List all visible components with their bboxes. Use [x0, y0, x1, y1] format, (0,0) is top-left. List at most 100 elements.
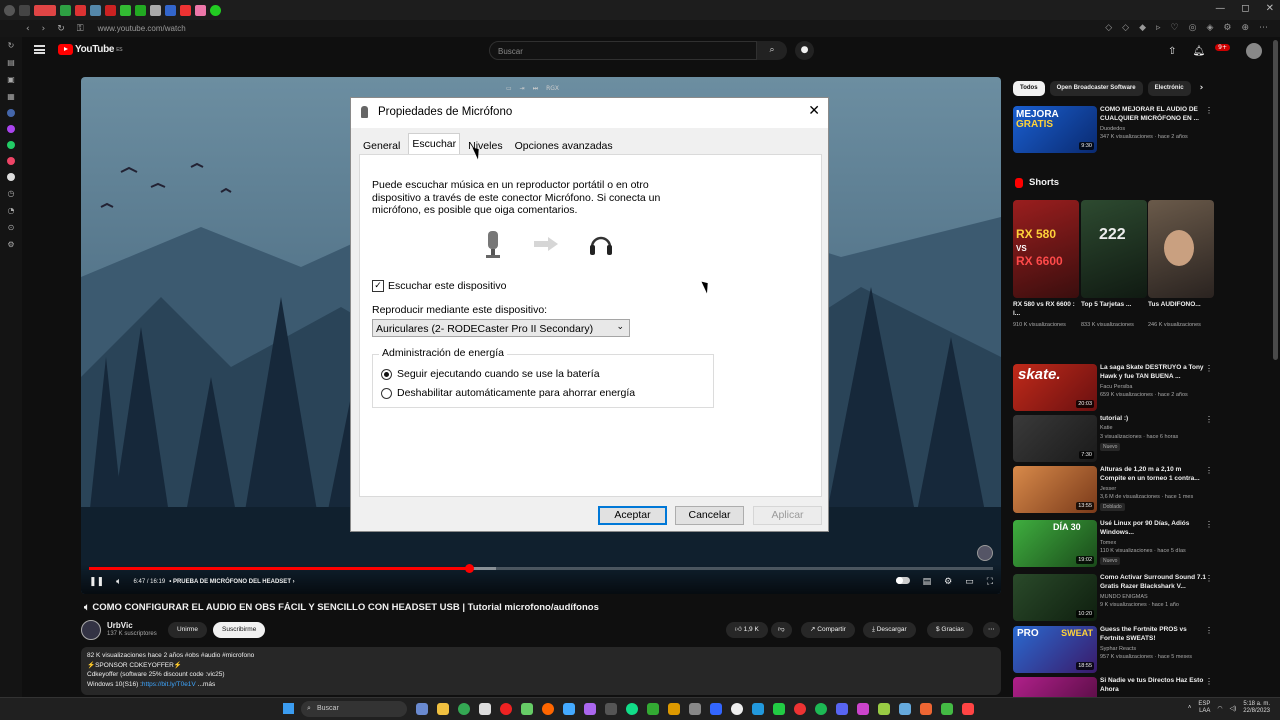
recommended-video[interactable]: 7:30 tutorial :) Katie 3 visualizaciones…: [1013, 415, 1213, 465]
shield-icon[interactable]: ◆: [1139, 23, 1146, 33]
chrome-icon[interactable]: [458, 703, 470, 715]
more-options-icon[interactable]: ⋮: [1205, 574, 1213, 583]
sidebar-app-icon[interactable]: [7, 141, 15, 149]
taskbar-app-icon[interactable]: [479, 703, 491, 715]
extension-icon[interactable]: ◇: [1122, 23, 1129, 33]
more-options-icon[interactable]: ⋮: [1205, 677, 1213, 686]
chip-obs[interactable]: Open Broadcaster Software: [1049, 81, 1143, 96]
short-thumbnail[interactable]: [1148, 200, 1214, 298]
more-actions-button[interactable]: ⋯: [983, 622, 1000, 638]
recommended-video[interactable]: 10:20 Como Activar Surround Sound 7.1 Gr…: [1013, 574, 1213, 624]
hamburger-menu-icon[interactable]: [34, 45, 45, 54]
share-icon[interactable]: ⇥: [520, 85, 525, 93]
sidebar-icon[interactable]: ▣: [7, 75, 15, 84]
sidebar-icon[interactable]: ⊙: [8, 223, 15, 232]
discord-icon[interactable]: [836, 703, 848, 715]
clock[interactable]: 5:18 a. m. 22/8/2023: [1243, 701, 1270, 715]
tab-icon[interactable]: [19, 4, 30, 16]
taskbar-app-icon[interactable]: [752, 703, 764, 715]
taskbar-app-icon[interactable]: [962, 703, 974, 715]
chapter-title[interactable]: • PRUEBA DE MICRÓFONO DEL HEADSET ›: [169, 579, 294, 585]
notifications-bell-icon[interactable]: 🔔︎: [1192, 46, 1205, 57]
subtitles-icon[interactable]: ▤: [923, 577, 932, 587]
sidebar-icon[interactable]: ◔: [8, 206, 15, 215]
settings-gear-icon[interactable]: ⚙: [944, 577, 952, 587]
chip-todos[interactable]: Todos: [1013, 81, 1045, 96]
like-button[interactable]: 👍︎ 1,9 K: [726, 622, 768, 638]
volume-icon[interactable]: ◁): [1230, 705, 1237, 712]
voice-search-button[interactable]: ●: [795, 41, 814, 60]
taskbar-app-icon[interactable]: [605, 703, 617, 715]
skip-icon[interactable]: ⏭: [533, 85, 538, 93]
extension-icon[interactable]: ◎: [1189, 23, 1197, 33]
download-button[interactable]: ⤓ Descargar: [863, 622, 916, 638]
volume-icon[interactable]: 🔈︎: [116, 577, 121, 587]
sidebar-app-icon[interactable]: [7, 157, 15, 165]
menu-icon[interactable]: ⋯: [1259, 23, 1268, 33]
apply-button[interactable]: Aplicar: [753, 506, 822, 525]
tab-icon[interactable]: [135, 4, 146, 16]
minimize-button[interactable]: —: [1215, 3, 1225, 14]
firefox-icon[interactable]: [542, 703, 554, 715]
taskbar-app-icon[interactable]: [647, 703, 659, 715]
taskbar-app-icon[interactable]: [584, 703, 596, 715]
video-thumbnail[interactable]: MEJORA GRATIS 9:30: [1013, 106, 1097, 153]
more-options-icon[interactable]: ⋮: [1205, 626, 1213, 635]
heart-icon[interactable]: ♡: [1171, 23, 1179, 33]
sidebar-icon[interactable]: ▦: [7, 92, 15, 101]
account-avatar[interactable]: [1246, 43, 1262, 59]
dislike-button[interactable]: 👎︎: [771, 622, 792, 638]
spotify-icon[interactable]: [815, 703, 827, 715]
folder-icon[interactable]: [437, 703, 449, 715]
tab-icon[interactable]: [120, 4, 131, 16]
tab-icon[interactable]: [75, 4, 86, 16]
tab-icon[interactable]: [90, 4, 101, 16]
extension-icon[interactable]: ◇: [1105, 23, 1112, 33]
taskbar-app-icon[interactable]: [668, 703, 680, 715]
page-scrollbar[interactable]: [1273, 40, 1278, 360]
url-field[interactable]: www.youtube.com/watch: [98, 24, 186, 33]
tab-youtube-active[interactable]: [34, 4, 56, 16]
autoplay-toggle[interactable]: [895, 577, 910, 584]
short-thumbnail[interactable]: RX 580 VS RX 6600: [1013, 200, 1079, 298]
back-icon[interactable]: ‹: [26, 24, 30, 34]
chip-electronica[interactable]: Electrónic: [1147, 81, 1191, 96]
share-button[interactable]: ↗ Compartir: [801, 622, 855, 638]
upload-icon[interactable]: ⇧: [1168, 46, 1176, 57]
video-thumbnail[interactable]: skate. 20:03: [1013, 364, 1097, 411]
video-thumbnail[interactable]: PRO SWEAT 18:55: [1013, 626, 1097, 673]
browser-menu-icon[interactable]: [4, 4, 15, 16]
show-more-link[interactable]: ...más: [198, 681, 216, 688]
taskbar-app-icon[interactable]: [920, 703, 932, 715]
sidebar-icon[interactable]: ⚙: [7, 240, 14, 249]
search-input[interactable]: Buscar: [489, 41, 757, 60]
tab-icon[interactable]: [150, 4, 161, 16]
recommended-video[interactable]: skate. 20:03 La saga Skate DESTRUYÓ a To…: [1013, 364, 1213, 414]
wifi-icon[interactable]: ◠: [1217, 705, 1222, 712]
channel-watermark[interactable]: [977, 545, 993, 561]
tab-general[interactable]: General: [359, 135, 404, 155]
tray-chevron-icon[interactable]: ˄: [1188, 705, 1192, 711]
tab-icon[interactable]: [60, 4, 71, 16]
settings-icon[interactable]: ⚙: [1223, 23, 1231, 33]
recommended-video[interactable]: PRO SWEAT 18:55 Guess the Fortnite PROS …: [1013, 626, 1213, 676]
subscribe-button[interactable]: Suscribirme: [213, 622, 266, 638]
tab-niveles[interactable]: Niveles: [464, 135, 506, 155]
short-thumbnail[interactable]: 222: [1081, 200, 1147, 298]
more-options-icon[interactable]: ⋮: [1205, 106, 1213, 115]
cast-icon[interactable]: ▭: [506, 85, 512, 93]
thanks-button[interactable]: $ Gracias: [927, 622, 973, 638]
channel-avatar[interactable]: [81, 620, 101, 640]
ok-button[interactable]: Aceptar: [598, 506, 667, 525]
sidebar-app-icon[interactable]: [7, 109, 15, 117]
description-link[interactable]: https://bit.ly/T0e1V: [142, 681, 196, 688]
close-window-button[interactable]: ✕: [1266, 3, 1274, 14]
channel-name[interactable]: UrbVic: [107, 621, 133, 630]
taskbar-app-icon[interactable]: [941, 703, 953, 715]
chips-next-icon[interactable]: ›: [1200, 81, 1204, 96]
pause-icon[interactable]: ❚❚: [89, 577, 104, 587]
taskbar-app-icon[interactable]: [521, 703, 533, 715]
tab-escuchar[interactable]: Escuchar: [408, 133, 461, 155]
power-option-keep-running[interactable]: Seguir ejecutando cuando se use la bater…: [381, 368, 600, 380]
more-options-icon[interactable]: ⋮: [1205, 520, 1213, 529]
